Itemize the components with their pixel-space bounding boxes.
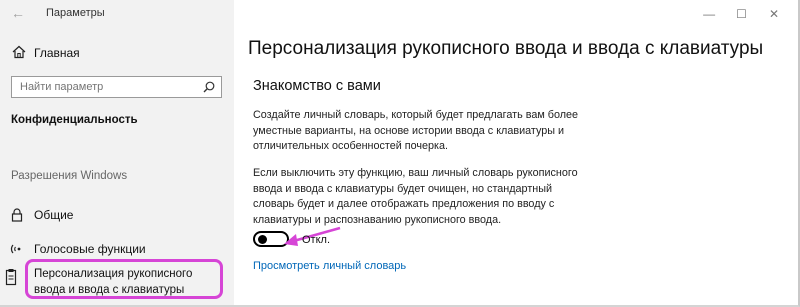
search-field[interactable] (11, 76, 222, 98)
titlebar: ← Параметры (0, 0, 234, 26)
clipboard-icon (5, 269, 17, 286)
section-subtitle: Знакомство с вами (253, 78, 381, 94)
sidebar-item-general[interactable]: Общие (0, 202, 234, 228)
settings-window: ← Параметры Главная Конфиденциальность Р… (0, 0, 800, 307)
sidebar: ← Параметры Главная Конфиденциальность Р… (0, 0, 234, 305)
close-icon[interactable]: ✕ (760, 7, 788, 21)
sidebar-item-label: Персонализация рукописного ввода и ввода… (34, 268, 193, 296)
toggle-knob (258, 235, 267, 244)
warning-text: Если выключить эту функцию, ваш личный с… (253, 167, 578, 226)
lock-icon (11, 208, 23, 222)
minimize-icon[interactable]: — (695, 7, 723, 21)
description-text: Создайте личный словарь, который будет п… (253, 109, 579, 152)
page-title: Персонализация рукописного ввода и ввода… (248, 38, 764, 59)
search-input[interactable] (20, 79, 190, 95)
sidebar-item-label: Голосовые функции (34, 242, 146, 256)
back-arrow-icon[interactable]: ← (9, 4, 27, 22)
view-dictionary-link[interactable]: Просмотреть личный словарь (253, 260, 406, 272)
maximize-icon[interactable]: ☐ (728, 7, 756, 21)
sidebar-item-label: Общие (34, 208, 74, 222)
main-content: — ☐ ✕ Персонализация рукописного ввода и… (234, 0, 798, 305)
sidebar-item-label: Главная (34, 46, 80, 60)
voice-icon (10, 244, 21, 254)
sidebar-item-inking-typing[interactable]: Персонализация рукописного ввода и ввода… (0, 258, 234, 302)
search-icon[interactable] (203, 81, 215, 93)
window-controls: — ☐ ✕ (695, 5, 788, 21)
group-heading: Разрешения Windows (11, 170, 128, 182)
home-icon (12, 45, 26, 59)
app-title: Параметры (46, 7, 105, 19)
toggle-state-label: Откл. (302, 234, 331, 246)
sidebar-item-home[interactable]: Главная (0, 40, 234, 66)
section-heading: Конфиденциальность (11, 114, 138, 126)
